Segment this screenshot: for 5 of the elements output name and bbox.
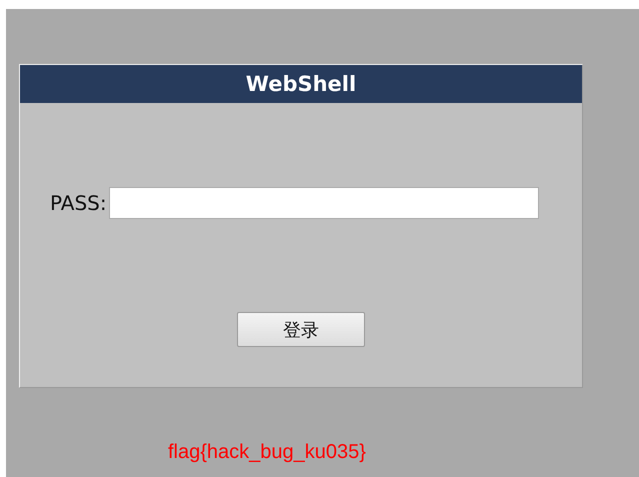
flag-text: flag{hack_bug_ku035}: [168, 441, 367, 464]
login-button[interactable]: 登录: [237, 312, 365, 347]
password-label: PASS:: [50, 191, 107, 215]
password-field[interactable]: [108, 187, 539, 219]
panel-title: WebShell: [20, 65, 582, 103]
